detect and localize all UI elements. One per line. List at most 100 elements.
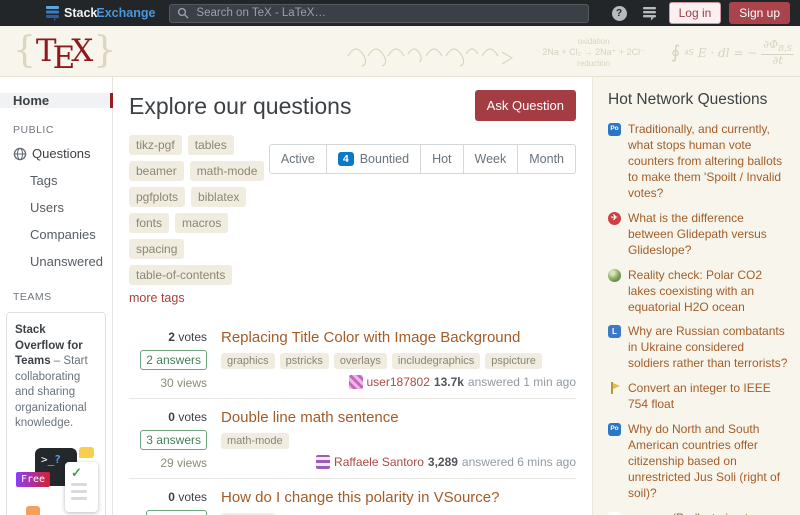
avatar [349, 375, 363, 389]
vote-label: votes [178, 410, 207, 424]
avatar [316, 455, 330, 469]
chem-equation: 2Na + Cl₂ → 2Na⁺ + 2Cl⁻ [542, 47, 645, 58]
logo-brace-left: { [13, 29, 36, 73]
hot-question[interactable]: Po Traditionally, and currently, what st… [608, 122, 788, 202]
help-icon[interactable]: ? [612, 6, 627, 21]
tab-week[interactable]: Week [463, 144, 519, 174]
signup-button[interactable]: Sign up [729, 2, 790, 24]
user-link[interactable]: Raffaele Santoro [334, 455, 424, 469]
search-bar[interactable] [169, 4, 588, 23]
site-switcher-icon[interactable] [642, 5, 657, 21]
hot-question-link: Why do North and South American countrie… [628, 422, 788, 502]
hot-question[interactable]: Po Why do North and South American count… [608, 422, 788, 502]
answer-count: 1 answer [146, 510, 207, 515]
stackexchange-logo[interactable]: StackExchange [46, 4, 155, 22]
search-input[interactable] [194, 6, 580, 20]
question-stats: 0 votes 1 answer 11 views [129, 488, 207, 515]
tag-pill[interactable]: macros [175, 213, 228, 233]
user-card: user187802 13.7k answered 1 min ago [349, 369, 577, 391]
sidebar-item-companies[interactable]: Companies [0, 221, 112, 248]
sidebar-item-unanswered[interactable]: Unanswered [0, 248, 112, 275]
integral-fraction: ∂ΦB,S ∂t [761, 39, 794, 67]
law-icon: L [608, 325, 621, 338]
hot-question-link: What is the difference between Glidepath… [628, 211, 788, 259]
tex-site-logo[interactable]: { T E X } [13, 29, 116, 73]
tag-pill[interactable]: math-mode [221, 433, 289, 449]
ask-question-button[interactable]: Ask Question [475, 90, 576, 121]
tab-hot[interactable]: Hot [420, 144, 463, 174]
hot-question[interactable]: ✈ What is the difference between Glidepa… [608, 211, 788, 259]
frac-top-sub: B,S [778, 44, 792, 53]
tag-pill[interactable]: spacing [129, 239, 184, 259]
checklist-line [71, 483, 87, 486]
tag-pill[interactable]: graphics [221, 353, 275, 369]
tab-month[interactable]: Month [517, 144, 576, 174]
sidebar-item-tags[interactable]: Tags [0, 167, 112, 194]
terminal-prompt: >_ [41, 453, 54, 466]
question-stats: 2 votes 2 answers 30 views [129, 328, 207, 391]
tag-pill[interactable]: pspicture [485, 353, 542, 369]
globe-icon [13, 147, 27, 161]
question-summary: Double line math sentence math-mode Raff… [221, 408, 576, 471]
tag-pill[interactable]: tikz-pgf [129, 135, 182, 155]
hot-question-link: rename (Perl) - trying to renumber a lis… [628, 511, 788, 515]
user-reputation: 3,289 [428, 455, 458, 469]
check-icon: ✓ [71, 466, 98, 479]
logo-text-stack: Stack [64, 6, 97, 20]
tag-pill[interactable]: beamer [129, 161, 184, 181]
worldbuilding-icon [608, 269, 621, 282]
hot-question[interactable]: UL rename (Perl) - trying to renumber a … [608, 511, 788, 515]
hot-question[interactable]: Reality check: Polar CO2 lakes coexistin… [608, 268, 788, 316]
hot-question[interactable]: L Why are Russian combatants in Ukraine … [608, 324, 788, 372]
tag-pill[interactable]: pstricks [280, 353, 329, 369]
question-row: 0 votes 1 answer 11 views How do I chang… [129, 478, 576, 515]
sidebar-item-home[interactable]: Home [0, 93, 113, 108]
vote-number: 0 [168, 410, 175, 424]
question-stats: 0 votes 3 answers 29 views [129, 408, 207, 471]
tag-pill[interactable]: fonts [129, 213, 169, 233]
hot-question[interactable]: Convert an integer to IEEE 754 float [608, 381, 788, 413]
login-button[interactable]: Log in [669, 2, 722, 24]
tag-pill[interactable]: table-of-contents [129, 265, 232, 285]
tag-pill[interactable]: includegraphics [392, 353, 480, 369]
tag-pill[interactable]: math-mode [190, 161, 265, 181]
script-decoration-icon [346, 36, 516, 70]
tag-pill[interactable]: overlays [334, 353, 387, 369]
page: StackExchange ? Log in Sign up { T E X } [0, 0, 800, 515]
question-title-link[interactable]: Replacing Title Color with Image Backgro… [221, 329, 576, 346]
hot-question-link: Why are Russian combatants in Ukraine co… [628, 324, 788, 372]
search-icon [177, 7, 189, 19]
tag-pill[interactable]: tables [188, 135, 234, 155]
question-title-link[interactable]: How do I change this polarity in VSource… [221, 489, 576, 506]
tag-pill[interactable]: biblatex [191, 187, 246, 207]
tag-pill[interactable]: pgfplots [129, 187, 185, 207]
free-tag: Free [16, 472, 50, 488]
hot-question-link: Reality check: Polar CO2 lakes coexistin… [628, 268, 788, 316]
vote-count: 2 votes [168, 330, 207, 344]
terminal-question-mark: ? [54, 453, 61, 466]
chem-oxidation-label: oxidation [542, 37, 645, 47]
frac-bottom: ∂t [773, 55, 783, 67]
question-list: 2 votes 2 answers 30 views Replacing Tit… [129, 319, 576, 515]
action-time: answered 6 mins ago [462, 455, 576, 469]
sidebar-item-questions[interactable]: Questions [0, 140, 112, 167]
right-sidebar: Hot Network Questions Po Traditionally, … [592, 77, 800, 515]
vote-count: 0 votes [168, 410, 207, 424]
question-title-link[interactable]: Double line math sentence [221, 409, 576, 426]
teams-card-dash: – [54, 355, 60, 367]
more-tags-link[interactable]: more tags [129, 291, 185, 305]
question-tags: graphics pstricks overlays includegraphi… [221, 353, 576, 369]
user-link[interactable]: user187802 [367, 375, 430, 389]
tab-bountied[interactable]: 4Bountied [326, 144, 421, 174]
top-bar: StackExchange ? Log in Sign up [0, 0, 800, 26]
sidebar-section-public: PUBLIC [13, 124, 112, 136]
hot-network-questions-title: Hot Network Questions [608, 91, 788, 109]
user-reputation: 13.7k [434, 375, 464, 389]
main-column: Explore our questions Ask Question tikz-… [113, 77, 592, 515]
site-header: { T E X } oxidation 2Na + Cl₂ → 2Na⁺ + 2… [0, 26, 800, 77]
vote-number: 2 [168, 330, 175, 344]
tab-active[interactable]: Active [269, 144, 327, 174]
integral-sign: ∮ [671, 42, 680, 63]
sidebar-item-users[interactable]: Users [0, 194, 112, 221]
politics-icon: Po [608, 423, 621, 436]
